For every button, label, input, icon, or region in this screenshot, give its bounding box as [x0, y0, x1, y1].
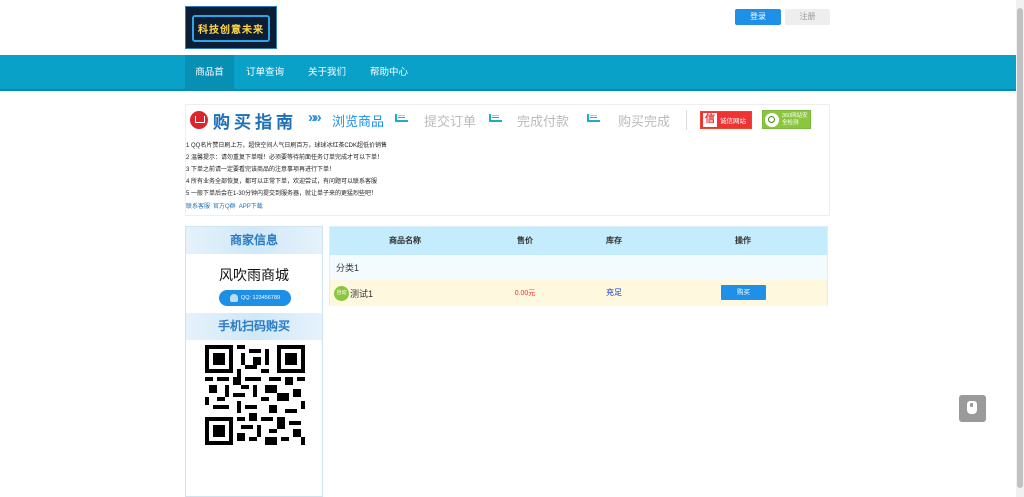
qq-label: QQ: 123456789	[240, 295, 281, 301]
vertical-scrollbar[interactable]	[1016, 0, 1024, 497]
guide-steps-bar: 购买指南 »» 浏览商品 提交订单 完成付款 购买完成 信 诚信网站 360网站…	[186, 105, 829, 135]
column-header-action: 操作	[735, 236, 751, 245]
notice-item: 4 所有业务全部恢复，都可以正常下单，欢迎尝试，有问题可以联系客服	[186, 179, 378, 185]
credit-badge-label: 诚信网站	[720, 118, 746, 125]
magnifier-icon	[765, 113, 779, 127]
notice-item: 1 QQ名片赞日刷上万，超快空间人气日刷百万，球球冰红茶CDK超低价销售	[186, 143, 388, 149]
buy-button[interactable]: 购买	[721, 285, 766, 300]
table-header: 商品名称 售价 库存 操作	[330, 227, 827, 255]
shop-name: 风吹雨商城	[219, 268, 289, 284]
category-label: 分类1	[336, 263, 360, 273]
merchant-info-header: 商家信息	[186, 227, 322, 254]
column-header-price: 售价	[517, 236, 533, 245]
step-submit-order: 提交订单	[424, 114, 477, 129]
mobile-icon	[967, 401, 977, 414]
site-logo[interactable]: 科技创意未来	[185, 6, 277, 49]
qq-contact-button[interactable]: QQ: 123456789	[219, 290, 291, 306]
guide-title: 购买指南	[213, 113, 297, 132]
security-360-badge[interactable]: 360网站安全检测	[762, 110, 811, 129]
nav-item-help[interactable]: 帮助中心	[358, 55, 420, 90]
quick-links: 联系客服 官方Q群 APP下载	[186, 201, 266, 210]
qr-code-image	[205, 345, 305, 445]
product-name[interactable]: 测试1	[350, 287, 373, 300]
floating-customer-service-button[interactable]	[959, 395, 986, 422]
main-navbar: 商品首页 订单查询 关于我们 帮助中心	[0, 55, 1016, 113]
product-price: 0.00元	[514, 290, 536, 297]
logo-text: 科技创意未来	[198, 25, 264, 36]
product-table: 商品名称 售价 库存 操作 分类1 自动 测试1 0.00元 充足 购买	[329, 226, 828, 306]
notice-item: 3 下单之前请一定要看完该商品的注意事项再进行下单！	[186, 167, 336, 173]
column-header-product-name: 商品名称	[389, 236, 421, 245]
purchase-guide-panel: 购买指南 »» 浏览商品 提交订单 完成付款 购买完成 信 诚信网站 360网站…	[185, 104, 830, 216]
cart-icon	[488, 114, 502, 123]
scrollbar-thumb[interactable]	[1017, 8, 1023, 488]
login-button[interactable]: 登录	[735, 9, 781, 25]
step-pay: 完成付款	[517, 114, 570, 129]
step-complete: 购买完成	[618, 114, 671, 129]
shopping-cart-icon	[190, 111, 208, 129]
notice-item: 2 温馨提示：请勿重复下单哦！必须要等待前面任务订单完成才可以下单！	[186, 155, 384, 161]
cart-icon	[586, 114, 600, 123]
official-group-link[interactable]: 官方Q群	[213, 204, 236, 210]
nav-item-home[interactable]: 商品首页	[185, 55, 234, 113]
nav-menu: 商品首页 订单查询 关于我们 帮助中心	[185, 55, 420, 113]
security-badge-label: 360网站安全检测	[782, 113, 808, 126]
notice-list: 1 QQ名片赞日刷上万，超快空间人气日刷百万，球球冰红茶CDK超低价销售 2 温…	[186, 140, 829, 200]
scan-to-buy-header: 手机扫码购买	[186, 313, 322, 340]
notice-item: 5 一般下单后会在1-30分钟内提交到服务器，就让单子来的更猛烈些吧！	[186, 191, 378, 197]
qq-penguin-icon	[229, 293, 238, 302]
credit-icon: 信	[703, 113, 717, 127]
app-download-link[interactable]: APP下载	[239, 204, 263, 210]
category-row[interactable]: 分类1	[330, 255, 827, 279]
auto-delivery-badge: 自动	[334, 286, 349, 301]
nav-item-order-query[interactable]: 订单查询	[234, 55, 296, 90]
divider	[686, 110, 687, 130]
column-header-stock: 库存	[606, 236, 622, 245]
step-browse: 浏览商品	[332, 114, 385, 129]
credit-site-badge[interactable]: 信 诚信网站	[700, 111, 752, 129]
double-chevron-icon: »»	[308, 109, 322, 126]
table-row[interactable]: 自动 测试1 0.00元 充足 购买	[330, 279, 827, 306]
cart-icon	[394, 114, 408, 123]
register-button[interactable]: 注册	[785, 9, 830, 25]
merchant-sidebar: 商家信息 风吹雨商城 QQ: 123456789 手机扫码购买	[185, 226, 323, 497]
product-stock: 充足	[606, 288, 622, 297]
contact-service-link[interactable]: 联系客服	[186, 204, 210, 210]
nav-item-about[interactable]: 关于我们	[296, 55, 358, 90]
